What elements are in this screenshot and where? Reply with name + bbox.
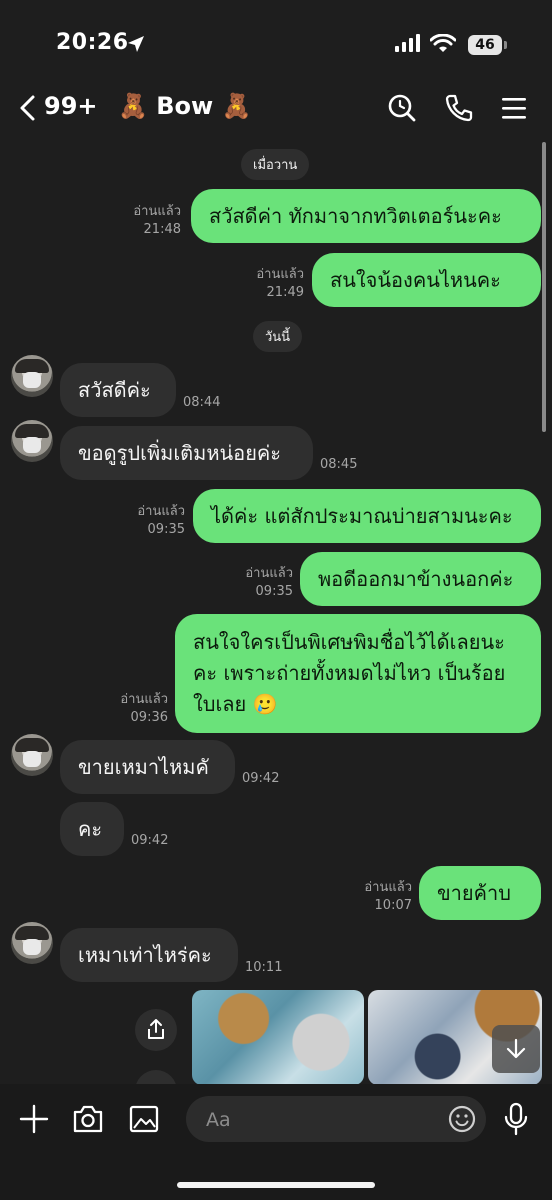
message-time: 09:35 [147,522,185,537]
plus-icon[interactable] [18,1103,50,1135]
unread-count[interactable]: 99+ [44,92,98,120]
microphone-icon[interactable] [502,1102,530,1136]
photo-thumbnail[interactable] [192,990,364,1085]
message-input-wrapper [186,1096,486,1144]
incoming-message[interactable]: คะ [60,802,124,856]
outgoing-message[interactable]: สนใจน้องคนไหนคะ [312,253,541,307]
date-separator: เมื่อวาน [241,149,310,180]
avatar[interactable] [11,355,53,397]
message-time: 10:11 [245,960,283,975]
wifi-icon [430,34,456,52]
phone-icon[interactable] [444,93,474,123]
battery-nub [504,41,507,49]
read-receipt: อ่านแล้ว [120,692,168,707]
outgoing-message[interactable]: ขายค้าบ [419,866,541,920]
message-time: 10:07 [374,898,412,913]
message-meta: อ่านแล้ว 09:36 [120,691,168,727]
chat-title: 🧸 Bow 🧸 [118,92,252,120]
date-separator: วันนี้ [253,321,303,352]
camera-icon[interactable] [71,1103,105,1135]
outgoing-message[interactable]: พอดีออกมาข้างนอกค่ะ [300,552,541,606]
message-meta: อ่านแล้ว 10:07 [364,879,412,915]
message-time: 09:36 [130,710,168,725]
read-receipt: อ่านแล้ว [245,566,293,581]
scroll-to-bottom-button[interactable] [492,1025,540,1073]
message-time: 21:48 [143,222,181,237]
message-time: 09:35 [255,584,293,599]
share-icon [148,1019,164,1039]
avatar[interactable] [11,734,53,776]
outgoing-message[interactable]: ได้ค่ะ แต่สักประมาณบ่ายสามนะคะ [193,489,541,543]
message-meta: อ่านแล้ว 21:49 [256,266,304,302]
image-icon[interactable] [128,1103,160,1135]
message-meta: อ่านแล้ว 09:35 [137,503,185,539]
status-time: 20:26 [56,30,129,55]
message-meta: อ่านแล้ว 09:35 [245,565,293,601]
message-time: 09:42 [131,833,169,848]
battery-indicator: 46 [468,35,502,55]
incoming-message[interactable]: เหมาเท่าไหร่คะ [60,928,238,982]
emoji-icon[interactable] [448,1105,476,1133]
message-time: 08:45 [320,457,358,472]
incoming-message[interactable]: ขอดูรูปเพิ่มเติมหน่อยค่ะ [60,426,313,480]
incoming-message[interactable]: ขายเหมาไหมคั [60,740,235,794]
avatar[interactable] [11,420,53,462]
message-time: 08:44 [183,395,221,410]
outgoing-message[interactable]: สนใจใครเป็นพิเศษพิมชื่อไว้ได้เลยนะคะ เพร… [175,614,541,733]
avatar[interactable] [11,922,53,964]
menu-icon[interactable] [501,96,527,120]
signal-icon [395,34,420,52]
home-indicator [177,1182,375,1188]
message-time: 21:49 [266,285,304,300]
message-meta: อ่านแล้ว 21:48 [133,203,181,239]
read-receipt: อ่านแล้ว [256,267,304,282]
message-time: 09:42 [242,771,280,786]
read-receipt: อ่านแล้ว [364,880,412,895]
back-chevron-icon[interactable] [18,94,38,122]
arrow-down-icon [506,1038,526,1059]
read-receipt: อ่านแล้ว [137,504,185,519]
outgoing-message[interactable]: สวัสดีค่า ทักมาจากทวิตเตอร์นะคะ [191,189,541,243]
incoming-message[interactable]: สวัสดีค่ะ [60,363,176,417]
read-receipt: อ่านแล้ว [133,204,181,219]
message-input[interactable] [204,1096,438,1144]
share-button[interactable] [135,1009,177,1051]
search-icon[interactable] [387,93,417,123]
scrollbar[interactable] [542,142,546,432]
location-arrow-icon [128,36,144,52]
